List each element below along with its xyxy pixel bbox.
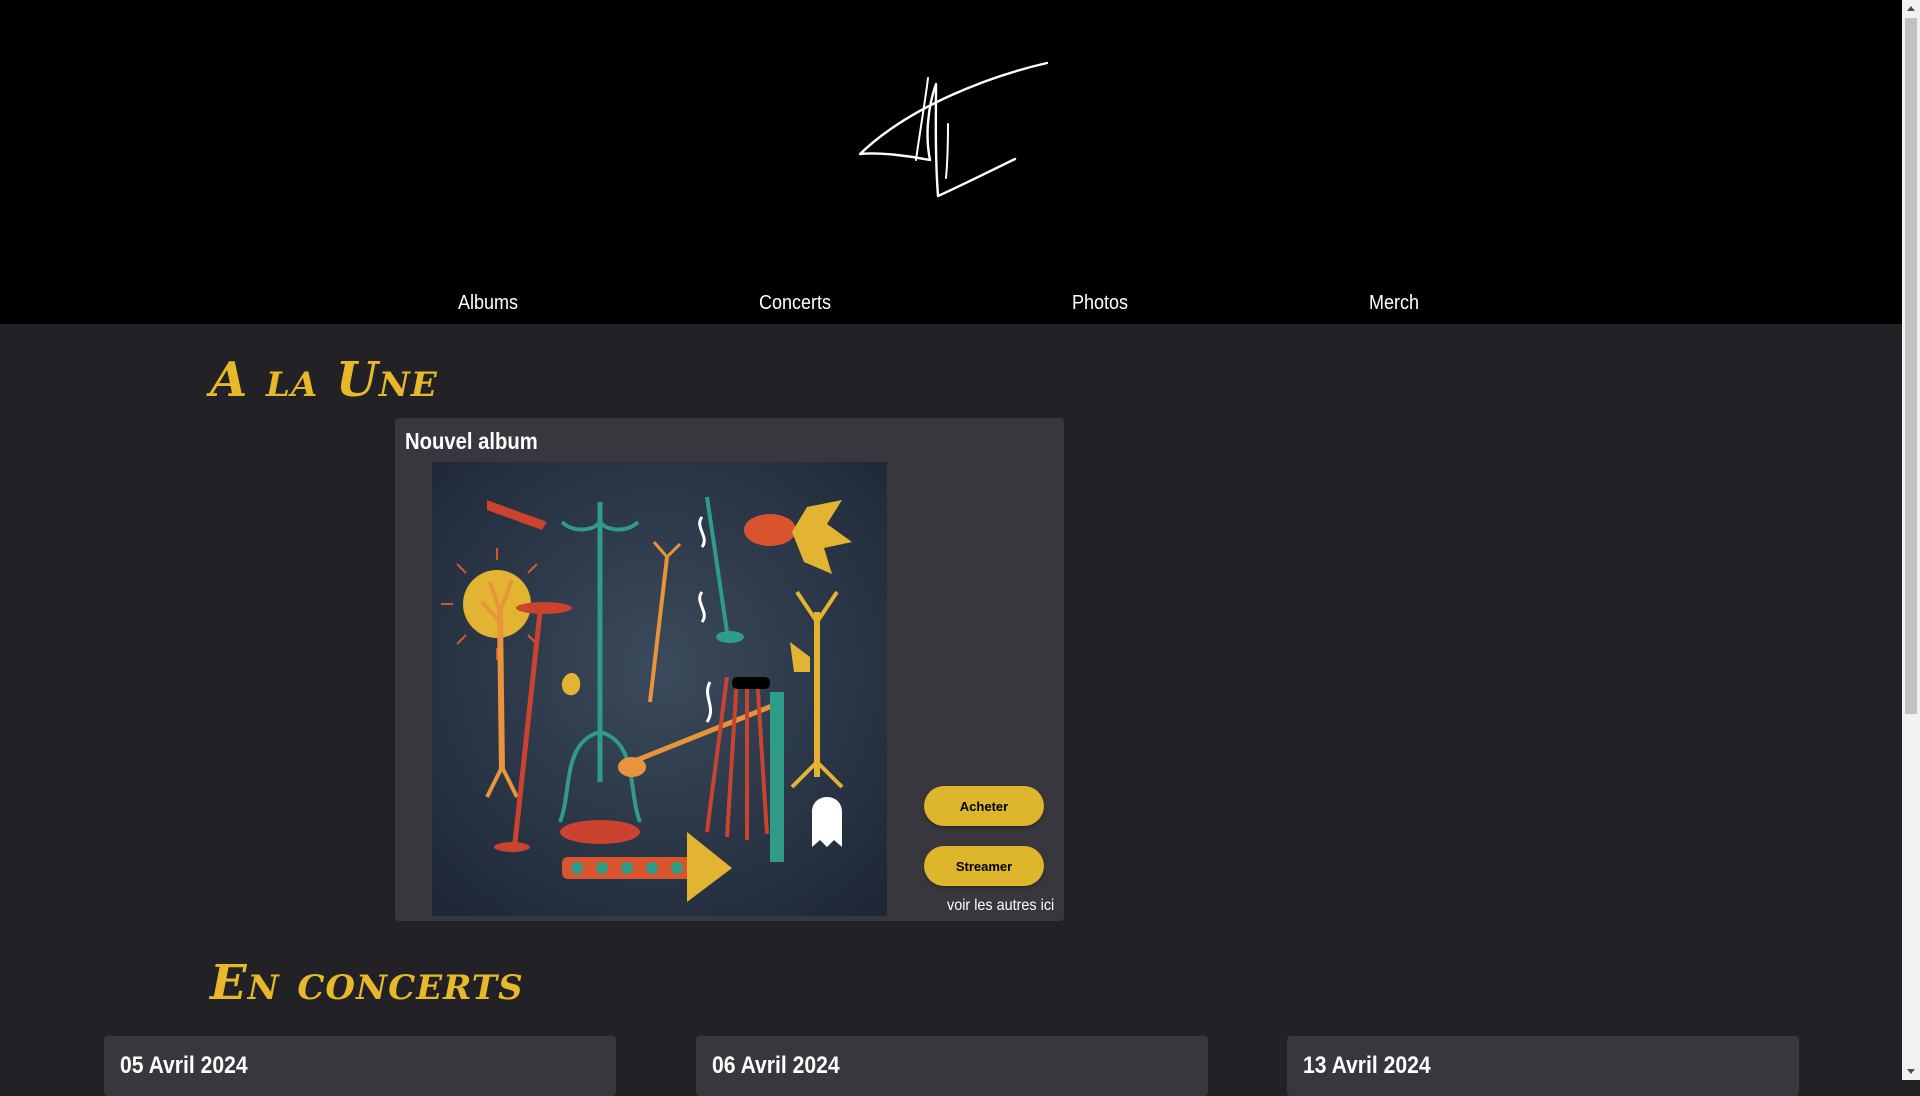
scrollbar-thumb[interactable]	[1905, 18, 1917, 714]
featured-album-card: Nouvel album Acheter Streamer voir les a…	[395, 418, 1064, 921]
concert-date: 05 Avril 2024	[120, 1052, 248, 1079]
see-more-link[interactable]: voir les autres ici	[947, 897, 1054, 915]
buy-button[interactable]: Acheter	[924, 786, 1044, 826]
concert-card[interactable]: 05 Avril 2024	[104, 1036, 616, 1096]
stream-button[interactable]: Streamer	[924, 846, 1044, 886]
nav-item-photos[interactable]: Photos	[1072, 282, 1128, 324]
concert-card[interactable]: 13 Avril 2024	[1287, 1036, 1799, 1096]
featured-section-title: A la Une	[210, 352, 438, 408]
vertical-scrollbar[interactable]	[1902, 0, 1920, 1080]
scroll-down-arrow-icon[interactable]	[1902, 1062, 1920, 1080]
nav-item-concerts[interactable]: Concerts	[759, 282, 831, 324]
signature-logo[interactable]	[840, 56, 1070, 206]
concert-date: 13 Avril 2024	[1303, 1052, 1431, 1079]
album-cover-art[interactable]	[432, 462, 887, 916]
main-nav: Albums Concerts Photos Merch	[0, 282, 1902, 324]
site-header: Albums Concerts Photos Merch	[0, 0, 1902, 324]
featured-card-title: Nouvel album	[405, 428, 538, 454]
concert-card[interactable]: 06 Avril 2024	[696, 1036, 1208, 1096]
scroll-up-arrow-icon[interactable]	[1902, 0, 1920, 18]
nav-item-albums[interactable]: Albums	[458, 282, 518, 324]
nav-item-merch[interactable]: Merch	[1369, 282, 1419, 324]
concerts-section-title: En concerts	[210, 955, 524, 1011]
concert-date: 06 Avril 2024	[712, 1052, 840, 1079]
